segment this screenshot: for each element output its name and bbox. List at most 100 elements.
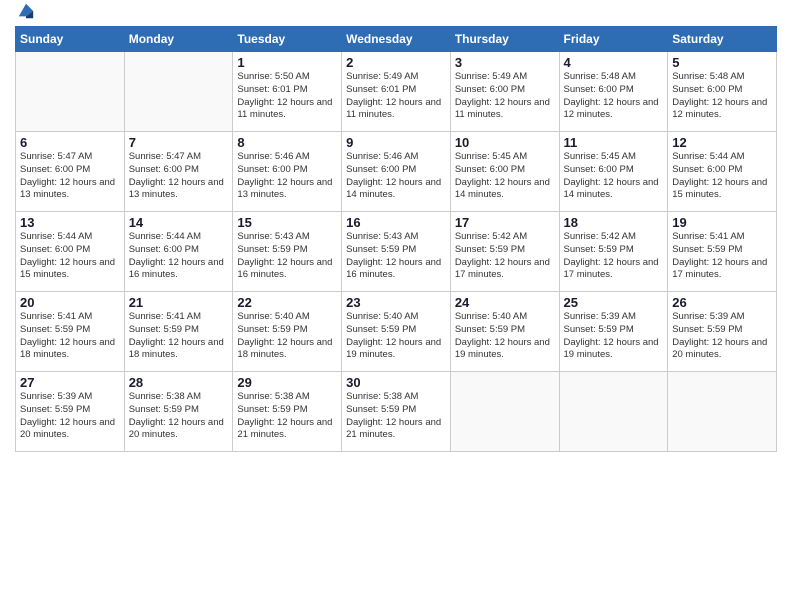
calendar-cell: 3Sunrise: 5:49 AM Sunset: 6:00 PM Daylig… (450, 52, 559, 132)
calendar-cell: 11Sunrise: 5:45 AM Sunset: 6:00 PM Dayli… (559, 132, 668, 212)
calendar-cell (16, 52, 125, 132)
day-info: Sunrise: 5:43 AM Sunset: 5:59 PM Dayligh… (346, 231, 446, 282)
day-info: Sunrise: 5:41 AM Sunset: 5:59 PM Dayligh… (20, 311, 120, 362)
day-number: 15 (237, 215, 337, 230)
calendar-cell: 7Sunrise: 5:47 AM Sunset: 6:00 PM Daylig… (124, 132, 233, 212)
day-info: Sunrise: 5:38 AM Sunset: 5:59 PM Dayligh… (129, 391, 229, 442)
day-number: 2 (346, 55, 446, 70)
day-number: 7 (129, 135, 229, 150)
day-number: 25 (564, 295, 664, 310)
day-info: Sunrise: 5:41 AM Sunset: 5:59 PM Dayligh… (672, 231, 772, 282)
calendar-cell: 26Sunrise: 5:39 AM Sunset: 5:59 PM Dayli… (668, 292, 777, 372)
calendar-cell: 21Sunrise: 5:41 AM Sunset: 5:59 PM Dayli… (124, 292, 233, 372)
day-info: Sunrise: 5:50 AM Sunset: 6:01 PM Dayligh… (237, 71, 337, 122)
day-number: 23 (346, 295, 446, 310)
day-number: 22 (237, 295, 337, 310)
day-number: 24 (455, 295, 555, 310)
calendar-cell: 6Sunrise: 5:47 AM Sunset: 6:00 PM Daylig… (16, 132, 125, 212)
calendar-cell: 2Sunrise: 5:49 AM Sunset: 6:01 PM Daylig… (342, 52, 451, 132)
calendar-week-row: 27Sunrise: 5:39 AM Sunset: 5:59 PM Dayli… (16, 372, 777, 452)
calendar-week-row: 6Sunrise: 5:47 AM Sunset: 6:00 PM Daylig… (16, 132, 777, 212)
day-info: Sunrise: 5:39 AM Sunset: 5:59 PM Dayligh… (564, 311, 664, 362)
day-number: 8 (237, 135, 337, 150)
day-number: 4 (564, 55, 664, 70)
calendar-cell: 16Sunrise: 5:43 AM Sunset: 5:59 PM Dayli… (342, 212, 451, 292)
dow-header: Tuesday (233, 27, 342, 52)
day-info: Sunrise: 5:40 AM Sunset: 5:59 PM Dayligh… (455, 311, 555, 362)
day-info: Sunrise: 5:49 AM Sunset: 6:01 PM Dayligh… (346, 71, 446, 122)
day-info: Sunrise: 5:39 AM Sunset: 5:59 PM Dayligh… (20, 391, 120, 442)
day-info: Sunrise: 5:42 AM Sunset: 5:59 PM Dayligh… (564, 231, 664, 282)
day-number: 27 (20, 375, 120, 390)
day-info: Sunrise: 5:48 AM Sunset: 6:00 PM Dayligh… (672, 71, 772, 122)
day-number: 5 (672, 55, 772, 70)
calendar-cell: 22Sunrise: 5:40 AM Sunset: 5:59 PM Dayli… (233, 292, 342, 372)
day-info: Sunrise: 5:44 AM Sunset: 6:00 PM Dayligh… (129, 231, 229, 282)
day-number: 12 (672, 135, 772, 150)
day-number: 20 (20, 295, 120, 310)
calendar-cell: 18Sunrise: 5:42 AM Sunset: 5:59 PM Dayli… (559, 212, 668, 292)
calendar-cell: 27Sunrise: 5:39 AM Sunset: 5:59 PM Dayli… (16, 372, 125, 452)
dow-header: Monday (124, 27, 233, 52)
calendar-cell: 12Sunrise: 5:44 AM Sunset: 6:00 PM Dayli… (668, 132, 777, 212)
day-number: 1 (237, 55, 337, 70)
day-number: 14 (129, 215, 229, 230)
day-number: 21 (129, 295, 229, 310)
dow-header: Sunday (16, 27, 125, 52)
calendar-cell: 1Sunrise: 5:50 AM Sunset: 6:01 PM Daylig… (233, 52, 342, 132)
calendar-cell: 29Sunrise: 5:38 AM Sunset: 5:59 PM Dayli… (233, 372, 342, 452)
day-number: 9 (346, 135, 446, 150)
dow-header: Wednesday (342, 27, 451, 52)
day-info: Sunrise: 5:44 AM Sunset: 6:00 PM Dayligh… (20, 231, 120, 282)
day-info: Sunrise: 5:38 AM Sunset: 5:59 PM Dayligh… (346, 391, 446, 442)
day-info: Sunrise: 5:47 AM Sunset: 6:00 PM Dayligh… (20, 151, 120, 202)
day-info: Sunrise: 5:46 AM Sunset: 6:00 PM Dayligh… (237, 151, 337, 202)
day-info: Sunrise: 5:46 AM Sunset: 6:00 PM Dayligh… (346, 151, 446, 202)
day-info: Sunrise: 5:42 AM Sunset: 5:59 PM Dayligh… (455, 231, 555, 282)
day-number: 13 (20, 215, 120, 230)
calendar-week-row: 1Sunrise: 5:50 AM Sunset: 6:01 PM Daylig… (16, 52, 777, 132)
calendar-cell (450, 372, 559, 452)
day-info: Sunrise: 5:40 AM Sunset: 5:59 PM Dayligh… (346, 311, 446, 362)
day-info: Sunrise: 5:45 AM Sunset: 6:00 PM Dayligh… (455, 151, 555, 202)
calendar-cell: 25Sunrise: 5:39 AM Sunset: 5:59 PM Dayli… (559, 292, 668, 372)
calendar-cell: 24Sunrise: 5:40 AM Sunset: 5:59 PM Dayli… (450, 292, 559, 372)
day-of-week-row: SundayMondayTuesdayWednesdayThursdayFrid… (16, 27, 777, 52)
day-number: 6 (20, 135, 120, 150)
day-info: Sunrise: 5:45 AM Sunset: 6:00 PM Dayligh… (564, 151, 664, 202)
dow-header: Thursday (450, 27, 559, 52)
day-info: Sunrise: 5:48 AM Sunset: 6:00 PM Dayligh… (564, 71, 664, 122)
calendar-cell: 13Sunrise: 5:44 AM Sunset: 6:00 PM Dayli… (16, 212, 125, 292)
day-number: 18 (564, 215, 664, 230)
day-number: 17 (455, 215, 555, 230)
day-info: Sunrise: 5:47 AM Sunset: 6:00 PM Dayligh… (129, 151, 229, 202)
calendar-week-row: 20Sunrise: 5:41 AM Sunset: 5:59 PM Dayli… (16, 292, 777, 372)
calendar-cell: 23Sunrise: 5:40 AM Sunset: 5:59 PM Dayli… (342, 292, 451, 372)
calendar-cell: 5Sunrise: 5:48 AM Sunset: 6:00 PM Daylig… (668, 52, 777, 132)
day-info: Sunrise: 5:43 AM Sunset: 5:59 PM Dayligh… (237, 231, 337, 282)
day-number: 3 (455, 55, 555, 70)
day-number: 26 (672, 295, 772, 310)
logo (15, 10, 35, 20)
calendar: SundayMondayTuesdayWednesdayThursdayFrid… (15, 26, 777, 452)
day-number: 10 (455, 135, 555, 150)
calendar-cell: 8Sunrise: 5:46 AM Sunset: 6:00 PM Daylig… (233, 132, 342, 212)
dow-header: Friday (559, 27, 668, 52)
day-info: Sunrise: 5:38 AM Sunset: 5:59 PM Dayligh… (237, 391, 337, 442)
day-info: Sunrise: 5:49 AM Sunset: 6:00 PM Dayligh… (455, 71, 555, 122)
dow-header: Saturday (668, 27, 777, 52)
calendar-cell: 10Sunrise: 5:45 AM Sunset: 6:00 PM Dayli… (450, 132, 559, 212)
calendar-cell: 15Sunrise: 5:43 AM Sunset: 5:59 PM Dayli… (233, 212, 342, 292)
calendar-cell: 17Sunrise: 5:42 AM Sunset: 5:59 PM Dayli… (450, 212, 559, 292)
day-number: 28 (129, 375, 229, 390)
day-number: 30 (346, 375, 446, 390)
calendar-cell (124, 52, 233, 132)
calendar-cell: 30Sunrise: 5:38 AM Sunset: 5:59 PM Dayli… (342, 372, 451, 452)
day-number: 16 (346, 215, 446, 230)
day-info: Sunrise: 5:44 AM Sunset: 6:00 PM Dayligh… (672, 151, 772, 202)
calendar-cell: 4Sunrise: 5:48 AM Sunset: 6:00 PM Daylig… (559, 52, 668, 132)
calendar-week-row: 13Sunrise: 5:44 AM Sunset: 6:00 PM Dayli… (16, 212, 777, 292)
calendar-cell: 28Sunrise: 5:38 AM Sunset: 5:59 PM Dayli… (124, 372, 233, 452)
calendar-cell (559, 372, 668, 452)
calendar-cell: 19Sunrise: 5:41 AM Sunset: 5:59 PM Dayli… (668, 212, 777, 292)
